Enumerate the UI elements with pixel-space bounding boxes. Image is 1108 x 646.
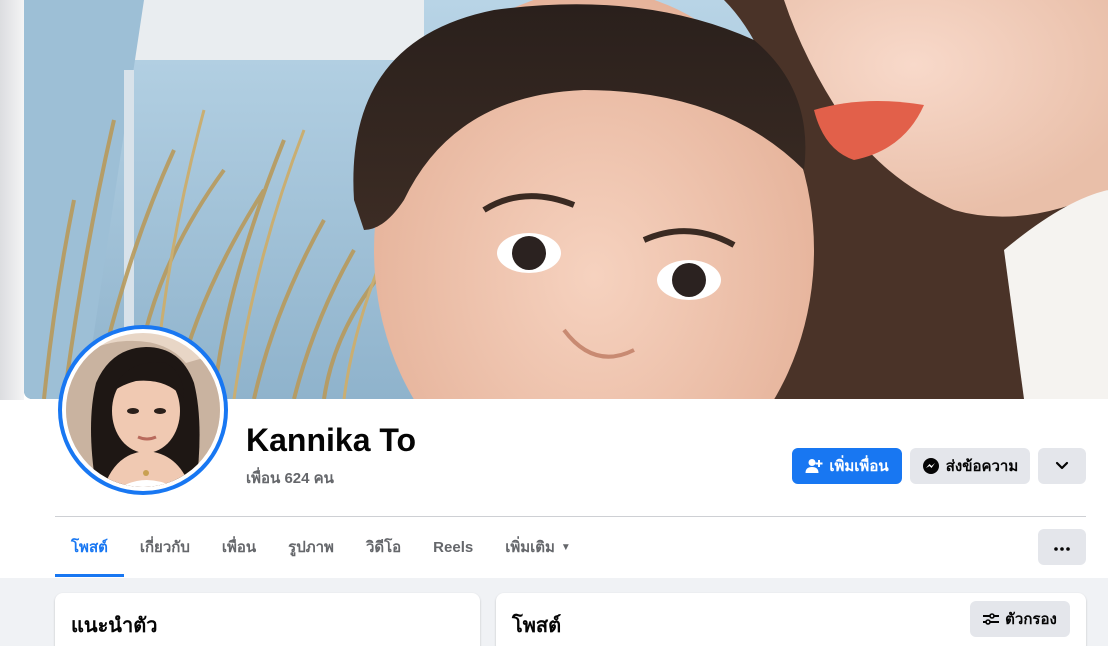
cover-left-edge [0,0,24,400]
add-friend-label: เพิ่มเพื่อน [829,458,889,475]
message-label: ส่งข้อความ [945,458,1019,475]
tab-reels[interactable]: Reels [417,517,489,577]
message-button[interactable]: ส่งข้อความ [910,448,1030,484]
posts-title: โพสต์ [512,615,562,637]
posts-card: โพสต์ ตัวกรอง [496,593,1086,646]
more-options-button[interactable] [1038,448,1086,484]
filter-button[interactable]: ตัวกรอง [970,601,1070,637]
filter-icon [983,612,1000,626]
tab-videos[interactable]: วิดีโอ [350,517,417,577]
profile-avatar[interactable] [58,325,228,495]
tabs-more-button[interactable] [1038,529,1086,565]
chevron-down-icon [1055,458,1069,475]
profile-tabs: โพสต์ เกี่ยวกับ เพื่อน รูปภาพ วิดีโอ Ree… [55,517,587,577]
friends-count-link[interactable]: เพื่อน 624 คน [246,466,334,490]
tab-more[interactable]: เพิ่มเติม ▼ [489,517,587,577]
add-friend-button[interactable]: เพิ่มเพื่อน [792,448,902,484]
add-friend-icon [805,458,823,474]
profile-name: Kannika To [246,422,417,458]
caret-down-icon: ▼ [560,541,571,553]
messenger-icon [922,457,940,475]
intro-card: แนะนำตัว [55,593,480,646]
tab-posts[interactable]: โพสต์ [55,517,124,577]
tab-about[interactable]: เกี่ยวกับ [124,517,206,577]
filter-label: ตัวกรอง [1005,611,1057,628]
tab-photos[interactable]: รูปภาพ [272,517,350,577]
intro-title: แนะนำตัว [71,615,158,637]
ellipsis-icon [1054,538,1070,556]
tab-friends[interactable]: เพื่อน [206,517,272,577]
